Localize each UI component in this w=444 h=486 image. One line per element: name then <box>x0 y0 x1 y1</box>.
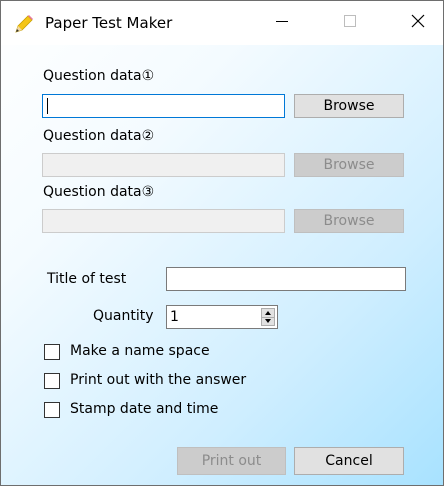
maximize-button[interactable] <box>327 1 373 45</box>
close-icon <box>411 14 425 32</box>
minimize-icon <box>276 15 288 31</box>
app-window: Paper Test Maker Question data① Browse Q… <box>0 0 444 486</box>
question-data-1-label: Question data① <box>43 68 155 84</box>
stamp-date-time-checkbox[interactable] <box>44 402 60 418</box>
cancel-button[interactable]: Cancel <box>294 447 404 475</box>
stamp-date-time-label[interactable]: Stamp date and time <box>70 400 218 418</box>
title-bar[interactable]: Paper Test Maker <box>1 1 443 45</box>
quantity-stepper[interactable]: 1 <box>166 305 278 329</box>
question-data-2-label: Question data② <box>43 128 155 144</box>
quantity-value[interactable]: 1 <box>170 308 179 326</box>
browse-button-3[interactable]: Browse <box>294 209 404 233</box>
minimize-button[interactable] <box>259 1 305 45</box>
browse-button-1[interactable]: Browse <box>294 94 404 118</box>
close-button[interactable] <box>395 1 441 45</box>
question-data-3-label: Question data③ <box>43 184 155 200</box>
title-of-test-label: Title of test <box>47 271 127 287</box>
maximize-icon <box>344 15 356 31</box>
question-data-3-input[interactable] <box>42 209 285 233</box>
browse-button-2[interactable]: Browse <box>294 153 404 177</box>
make-name-space-checkbox[interactable] <box>44 344 60 360</box>
print-out-button[interactable]: Print out <box>177 447 286 475</box>
quantity-label: Quantity <box>93 308 154 324</box>
pencil-icon <box>13 13 35 35</box>
window-title: Paper Test Maker <box>45 14 173 32</box>
text-caret <box>47 98 48 114</box>
make-name-space-label[interactable]: Make a name space <box>70 342 210 360</box>
question-data-1-input[interactable] <box>42 94 285 118</box>
title-of-test-input[interactable] <box>166 267 406 291</box>
print-with-answer-label[interactable]: Print out with the answer <box>70 371 246 389</box>
print-with-answer-checkbox[interactable] <box>44 373 60 389</box>
question-data-2-input[interactable] <box>42 153 285 177</box>
quantity-spin-buttons <box>261 308 275 326</box>
spin-down-arrow-icon[interactable] <box>262 317 274 325</box>
